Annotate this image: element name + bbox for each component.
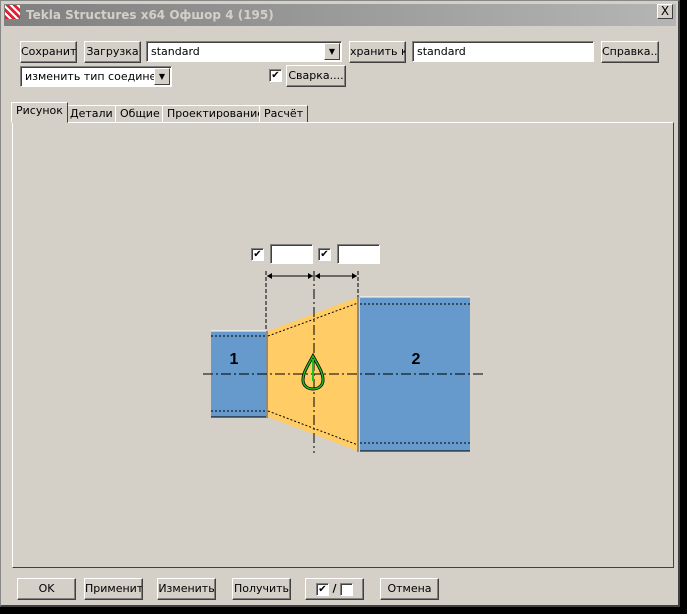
dimension-1-checkbox[interactable]: ✔ <box>251 248 264 261</box>
get-button[interactable]: Получить <box>232 578 291 600</box>
dialog-window: Tekla Structures x64 Офшор 4 (195) X Сох… <box>0 0 680 607</box>
dimension-2-input[interactable] <box>337 244 380 264</box>
connection-diagram: 1 2 <box>203 271 485 453</box>
check-on-icon: ✔ <box>315 582 329 596</box>
dimension-1-input[interactable] <box>270 244 313 264</box>
cancel-button[interactable]: Отмена <box>380 578 439 600</box>
ok-button[interactable]: OK <box>17 578 76 600</box>
part-1-label: 1 <box>230 351 239 368</box>
check-off-icon <box>340 582 354 596</box>
modify-button[interactable]: Изменить <box>157 578 216 600</box>
toggle-all-button[interactable]: ✔ / <box>305 578 364 600</box>
part-2-label: 2 <box>412 351 421 368</box>
dimension-2-checkbox[interactable]: ✔ <box>318 248 331 261</box>
tab-picture[interactable]: Рисунок <box>11 102 68 123</box>
toggle-separator: / <box>332 582 337 595</box>
apply-button[interactable]: Применить <box>84 578 143 600</box>
